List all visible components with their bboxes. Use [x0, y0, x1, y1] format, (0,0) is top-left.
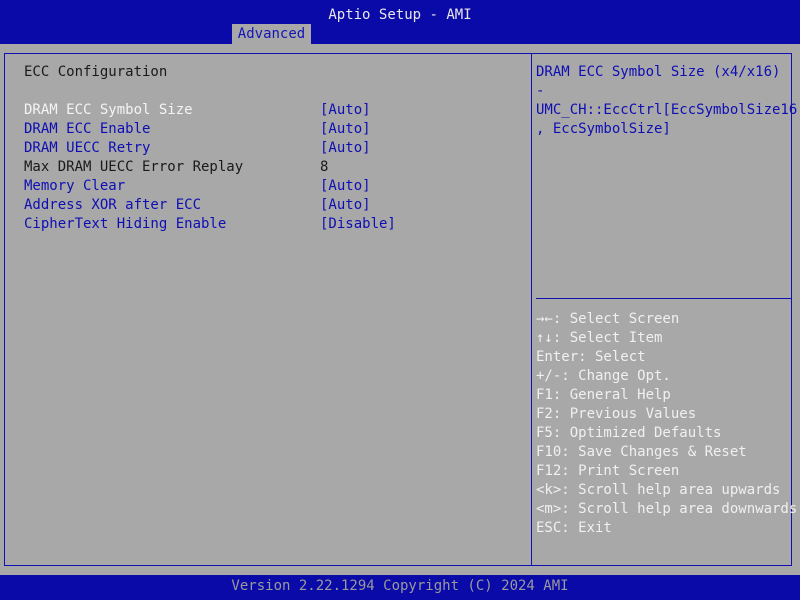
setting-label: Max DRAM UECC Error Replay — [24, 159, 244, 175]
panel-divider — [531, 53, 532, 566]
setting-ciphertext-hiding-enable[interactable]: CipherText Hiding Enable [Disable] — [24, 215, 524, 234]
key-hint: →←: Select Screen — [536, 311, 680, 327]
setting-label: DRAM ECC Symbol Size — [24, 102, 193, 118]
help-line: DRAM ECC Symbol Size (x4/x16) — [536, 64, 781, 80]
setting-label: CipherText Hiding Enable — [24, 216, 227, 232]
key-hint: ↑↓: Select Item — [536, 330, 663, 346]
version-text: Version 2.22.1294 Copyright (C) 2024 AMI — [231, 578, 569, 594]
setting-value[interactable]: [Auto] — [320, 196, 371, 215]
setting-label: Memory Clear — [24, 178, 126, 194]
help-text: DRAM ECC Symbol Size (x4/x16) - UMC_CH::… — [536, 63, 798, 139]
setting-label: Address XOR after ECC — [24, 197, 202, 213]
key-legend: →←: Select Screen ↑↓: Select Item Enter:… — [536, 310, 798, 538]
setting-value[interactable]: [Auto] — [320, 139, 371, 158]
setting-value[interactable]: [Auto] — [320, 101, 371, 120]
main-content: ECC Configuration DRAM ECC Symbol Size [… — [0, 44, 800, 575]
footer-bar: Version 2.22.1294 Copyright (C) 2024 AMI — [0, 575, 800, 600]
app-title: Aptio Setup - AMI — [328, 7, 472, 23]
title-bar: Aptio Setup - AMI Advanced — [0, 0, 800, 44]
setting-address-xor-after-ecc[interactable]: Address XOR after ECC [Auto] — [24, 196, 524, 215]
key-hint: F12: Print Screen — [536, 463, 680, 479]
help-line: UMC_CH::EccCtrl[EccSymbolSize16 — [536, 102, 798, 118]
key-hint: F1: General Help — [536, 387, 671, 403]
setting-memory-clear[interactable]: Memory Clear [Auto] — [24, 177, 524, 196]
setting-value: 8 — [320, 159, 329, 175]
key-hint: F5: Optimized Defaults — [536, 425, 722, 441]
help-separator — [536, 298, 791, 299]
help-line: , EccSymbolSize] — [536, 121, 671, 137]
key-hint: Enter: Select — [536, 349, 646, 365]
key-hint: F10: Save Changes & Reset — [536, 444, 747, 460]
setting-label: DRAM ECC Enable — [24, 121, 151, 137]
key-hint: +/-: Change Opt. — [536, 368, 671, 384]
setting-dram-uecc-retry[interactable]: DRAM UECC Retry [Auto] — [24, 139, 524, 158]
setting-dram-ecc-enable[interactable]: DRAM ECC Enable [Auto] — [24, 120, 524, 139]
tab-advanced[interactable]: Advanced — [232, 24, 311, 44]
setting-max-dram-uecc-error-replay: Max DRAM UECC Error Replay 8 — [24, 158, 524, 177]
setting-value[interactable]: [Auto] — [320, 120, 371, 139]
setting-label: DRAM UECC Retry — [24, 140, 151, 156]
key-hint: <k>: Scroll help area upwards — [536, 482, 781, 498]
setting-dram-ecc-symbol-size[interactable]: DRAM ECC Symbol Size [Auto] — [24, 101, 524, 120]
setting-value[interactable]: [Auto] — [320, 177, 371, 196]
section-title: ECC Configuration — [24, 64, 168, 80]
setting-value[interactable]: [Disable] — [320, 215, 396, 234]
help-line: - — [536, 83, 545, 99]
key-hint: F2: Previous Values — [536, 406, 697, 422]
key-hint: <m>: Scroll help area downwards — [536, 501, 798, 517]
key-hint: ESC: Exit — [536, 520, 612, 536]
